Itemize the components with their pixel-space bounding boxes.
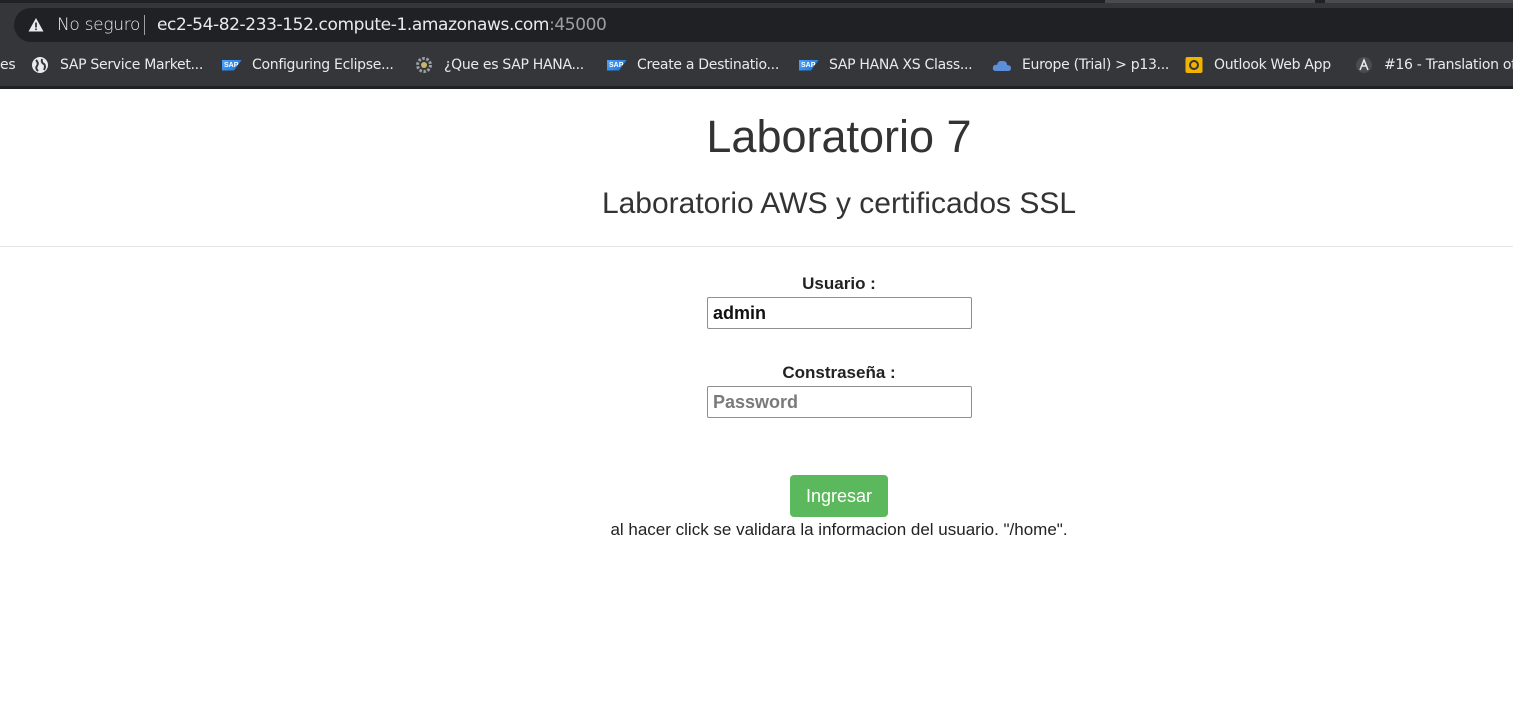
gear-icon — [414, 56, 434, 74]
cloud-icon — [992, 56, 1012, 74]
bookmark-item[interactable]: #16 - Translation of... — [1354, 54, 1513, 76]
password-input[interactable] — [707, 386, 972, 418]
bookmark-label: Configuring Eclipse... — [252, 57, 394, 73]
lambda-icon — [1354, 56, 1374, 74]
sap-icon: SAP — [607, 56, 627, 74]
tab-strip — [0, 0, 1513, 3]
sap-icon: SAP — [799, 56, 819, 74]
bookmark-item[interactable]: Outlook Web App — [1184, 54, 1331, 76]
page-title: Laboratorio 7 — [706, 111, 972, 162]
url-text[interactable]: ec2-54-82-233-152.compute-1.amazonaws.co… — [157, 15, 607, 35]
bookmark-item[interactable]: SAP SAP HANA XS Class... — [799, 54, 973, 76]
security-status[interactable]: No seguro — [57, 15, 140, 35]
bookmark-label: Outlook Web App — [1214, 57, 1331, 73]
tab-edge — [1105, 0, 1315, 3]
url-divider — [144, 15, 145, 35]
sap-icon: SAP — [222, 56, 242, 74]
url-port: :45000 — [549, 15, 607, 35]
submit-button[interactable]: Ingresar — [790, 475, 888, 517]
tab-edge — [1325, 0, 1513, 3]
browser-chrome: No seguro ec2-54-82-233-152.compute-1.am… — [0, 0, 1513, 89]
address-bar[interactable]: No seguro ec2-54-82-233-152.compute-1.am… — [14, 8, 1513, 42]
page-content: Laboratorio 7 Laboratorio AWS y certific… — [0, 89, 1513, 708]
username-input[interactable] — [707, 297, 972, 329]
bookmark-item[interactable]: SAP Configuring Eclipse... — [222, 54, 394, 76]
bookmark-item[interactable]: SAP Create a Destinatio... — [607, 54, 779, 76]
bookmark-item[interactable]: Europe (Trial) > p13... — [992, 54, 1169, 76]
bookmark-item[interactable]: ¿Que es SAP HANA... — [414, 54, 584, 76]
bookmark-label: es — [0, 57, 16, 73]
warning-icon[interactable] — [28, 17, 44, 33]
password-label: Constraseña : — [782, 363, 896, 382]
username-label: Usuario : — [802, 274, 876, 293]
bookmark-item[interactable]: SAP Service Market... — [30, 54, 203, 76]
help-note: al hacer click se validara la informacio… — [610, 520, 1068, 539]
divider — [0, 246, 1513, 247]
globe-icon — [30, 56, 50, 74]
outlook-icon — [1184, 56, 1204, 74]
bookmark-item[interactable]: es — [0, 54, 16, 76]
bookmark-label: Europe (Trial) > p13... — [1022, 57, 1169, 73]
bookmark-label: #16 - Translation of... — [1384, 57, 1513, 73]
url-host: ec2-54-82-233-152.compute-1.amazonaws.co… — [157, 15, 550, 35]
bookmark-label: ¿Que es SAP HANA... — [444, 57, 584, 73]
bookmark-label: SAP HANA XS Class... — [829, 57, 973, 73]
bookmark-label: SAP Service Market... — [60, 57, 203, 73]
bookmarks-bar: es SAP Service Market... SAP Configuring… — [0, 50, 1513, 80]
bookmark-label: Create a Destinatio... — [637, 57, 779, 73]
page-subtitle: Laboratorio AWS y certificados SSL — [601, 187, 1077, 220]
